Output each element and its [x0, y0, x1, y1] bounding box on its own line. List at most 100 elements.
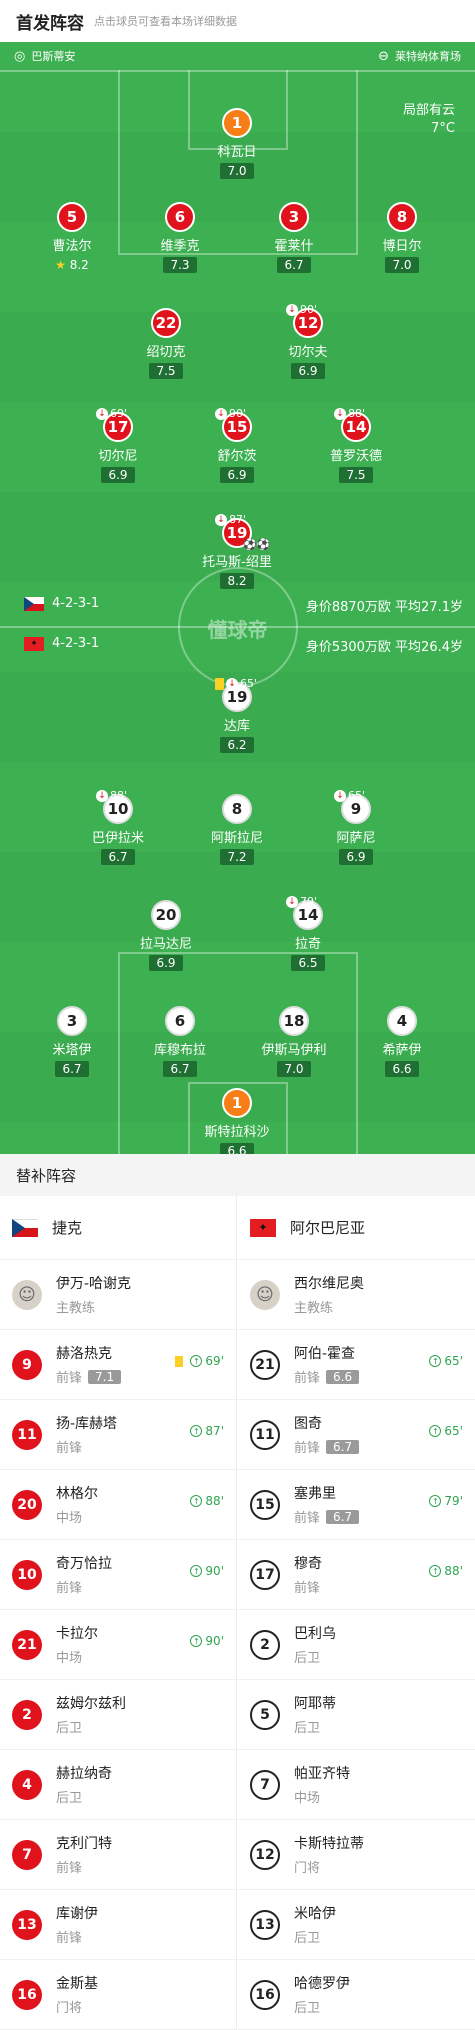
player-name: 希萨伊: [382, 1043, 422, 1058]
player-rating: 6.7: [163, 1061, 197, 1077]
sub-in-minute: 79': [444, 1494, 463, 1508]
player-home-22[interactable]: 22 绍切克 7.5: [116, 308, 216, 379]
sub-row-home-4[interactable]: 4 赫拉纳奇 后卫: [0, 1750, 236, 1820]
sub-row-home-20[interactable]: 20 林格尔 中场 ↑ 88': [0, 1470, 236, 1540]
sub-row-home-13[interactable]: 13 库谢伊 前锋: [0, 1890, 236, 1960]
player-home-5[interactable]: 5 曹法尔 ★ 8.2: [22, 202, 122, 273]
sub-out-minute: 65': [348, 789, 366, 802]
sub-row-away-16[interactable]: 16 哈德罗伊 后卫: [238, 1960, 475, 2030]
player-home-17[interactable]: 17 ↓ 69' 切尔尼 6.9: [68, 407, 168, 483]
player-away-8[interactable]: 8 阿斯拉尼 7.2: [187, 794, 287, 865]
player-away-3[interactable]: 3 米塔伊 6.7: [22, 1006, 122, 1077]
player-away-6[interactable]: 6 库穆布拉 6.7: [130, 1006, 230, 1077]
sub-in-icon: ↑: [190, 1425, 203, 1437]
sub-row-away-21[interactable]: 21 阿伯-霍查 前锋 6.6 ↑ 65': [238, 1330, 475, 1400]
albania-flag-icon: ✦: [24, 636, 44, 651]
rating-value: 7.5: [346, 468, 366, 482]
sub-number-badge: 4: [12, 1769, 42, 1800]
player-number-badge: 3: [57, 1006, 87, 1036]
player-home-19[interactable]: 19 ↓ 87' ⚽⚽ 托马斯-绍里 8.2: [187, 513, 287, 589]
player-home-6[interactable]: 6 维季克 7.3: [130, 202, 230, 273]
sub-number-badge: 21: [12, 1629, 42, 1660]
whistle-icon: ◎: [14, 48, 26, 64]
page-header: 首发阵容 点击球员可查看本场详细数据: [0, 0, 475, 42]
sub-row-home-16[interactable]: 16 金斯基 门将: [0, 1960, 236, 2030]
player-name: 曹法尔: [52, 239, 92, 254]
sub-row-away-11[interactable]: 11 图奇 前锋 6.7 ↑ 65': [238, 1400, 475, 1470]
pitch: ◎ 巴斯蒂安 ⊖ 莱特纳体育场 局部有云 7°C 懂球帝 4-2-3-1 身价8…: [0, 42, 475, 1154]
czech-flag-icon: [12, 1218, 38, 1237]
sub-out-minute: 65': [240, 677, 258, 690]
sub-name: 阿伯-霍查: [294, 1346, 356, 1362]
weather-temp: 7°C: [431, 121, 455, 136]
sub-out-icon: ↓: [334, 407, 346, 420]
sub-row-home-9[interactable]: 9 赫洛热克 前锋 7.1 ↑ 69': [0, 1330, 236, 1400]
sub-row-away-7[interactable]: 7 帕亚齐特 中场: [238, 1750, 475, 1820]
rating-value: 7.3: [170, 258, 190, 272]
sub-row-home-11[interactable]: 11 扬-库赫塔 前锋 ↑ 87': [0, 1400, 236, 1470]
sub-position: 前锋: [294, 1441, 321, 1456]
sub-row-away-2[interactable]: 2 巴利乌 后卫: [238, 1610, 475, 1680]
sub-in-info: ↑ 65': [429, 1354, 463, 1368]
player-home-14[interactable]: 14 ↓ 88' 普罗沃德 7.5: [306, 407, 406, 483]
sub-in-icon: ↑: [429, 1355, 442, 1367]
stadium-icon: ⊖: [378, 48, 389, 64]
player-name: 米塔伊: [52, 1043, 92, 1058]
sub-position: 后卫: [294, 1931, 321, 1946]
player-home-15[interactable]: 15 ↓ 90' 舒尔茨 6.9: [187, 407, 287, 483]
player-away-4[interactable]: 4 希萨伊 6.6: [352, 1006, 452, 1077]
sub-name: 卡拉尔: [56, 1626, 98, 1642]
sub-in-icon: ↑: [429, 1565, 442, 1577]
sub-name: 金斯基: [56, 1976, 98, 1992]
player-away-9[interactable]: 9 ↓ 65' 阿萨尼 6.9: [306, 789, 406, 865]
coach-avatar: ☺: [250, 1279, 280, 1310]
sub-out-minute: 69': [110, 407, 128, 420]
player-home-1[interactable]: 1 科瓦日 7.0: [187, 108, 287, 179]
away-coach-role: 主教练: [294, 1301, 334, 1316]
rating-value: 6.2: [227, 738, 247, 752]
sub-row-away-13[interactable]: 13 米哈伊 后卫: [238, 1890, 475, 1960]
player-home-12[interactable]: 12 ↓ 90' 切尔夫 6.9: [258, 303, 358, 379]
sub-rating: 6.7: [326, 1439, 360, 1454]
player-number-badge: 6: [165, 202, 195, 232]
player-home-3[interactable]: 3 霍莱什 6.7: [244, 202, 344, 273]
home-team-row[interactable]: 捷克: [0, 1196, 236, 1260]
player-rating: 6.5: [291, 955, 325, 971]
venue-label: 莱特纳体育场: [395, 50, 461, 63]
player-away-18[interactable]: 18 伊斯马伊利 7.0: [244, 1006, 344, 1077]
sub-in-info: ↑ 88': [429, 1564, 463, 1578]
sub-row-away-15[interactable]: 15 塞弗里 前锋 6.7 ↑ 79': [238, 1470, 475, 1540]
sub-row-home-10[interactable]: 10 奇万恰拉 前锋 ↑ 90': [0, 1540, 236, 1610]
sub-row-away-12[interactable]: 12 卡斯特拉蒂 门将: [238, 1820, 475, 1890]
player-rating: 8.2: [220, 573, 254, 589]
player-rating: 6.2: [220, 737, 254, 753]
sub-row-home-7[interactable]: 7 克利门特 前锋: [0, 1820, 236, 1890]
sub-out-icon: ↓: [96, 789, 108, 802]
rating-value: 6.9: [346, 850, 366, 864]
event-badge: ↓ 65': [334, 789, 365, 802]
player-away-1[interactable]: 1 斯特拉科沙 6.6: [187, 1088, 287, 1154]
sub-row-away-17[interactable]: 17 穆奇 前锋 ↑ 88': [238, 1540, 475, 1610]
player-away-10[interactable]: 10 ↓ 88' 巴伊拉米 6.7: [68, 789, 168, 865]
player-away-14[interactable]: 14 ↓ 79' 拉奇 6.5: [258, 895, 358, 971]
away-team-row[interactable]: ✦ 阿尔巴尼亚: [238, 1196, 475, 1260]
away-coach-row[interactable]: ☺ 西尔维尼奥 主教练: [238, 1260, 475, 1330]
sub-row-home-2[interactable]: 2 兹姆尔兹利 后卫: [0, 1680, 236, 1750]
sub-out-minute: 90': [300, 303, 318, 316]
sub-in-info: ↑ 88': [190, 1494, 224, 1508]
sub-row-away-5[interactable]: 5 阿耶蒂 后卫: [238, 1680, 475, 1750]
sub-row-home-21[interactable]: 21 卡拉尔 中场 ↑ 90': [0, 1610, 236, 1680]
rating-value: 7.0: [392, 258, 412, 272]
home-coach-row[interactable]: ☺ 伊万-哈谢克 主教练: [0, 1260, 236, 1330]
player-name: 舒尔茨: [217, 449, 257, 464]
player-away-19[interactable]: 19 ↓ 65' 达库 6.2: [187, 677, 287, 753]
pitch-top-bar: ◎ 巴斯蒂安 ⊖ 莱特纳体育场: [0, 42, 475, 70]
player-home-8[interactable]: 8 博日尔 7.0: [352, 202, 452, 273]
sub-out-icon: ↓: [96, 407, 108, 420]
rating-value: 7.2: [227, 850, 247, 864]
rating-value: 6.5: [298, 956, 318, 970]
page-title: 首发阵容: [16, 13, 84, 34]
sub-rating: 7.1: [88, 1369, 122, 1384]
player-away-20[interactable]: 20 拉马达尼 6.9: [116, 900, 216, 971]
event-badge: ↓ 88': [96, 789, 127, 802]
